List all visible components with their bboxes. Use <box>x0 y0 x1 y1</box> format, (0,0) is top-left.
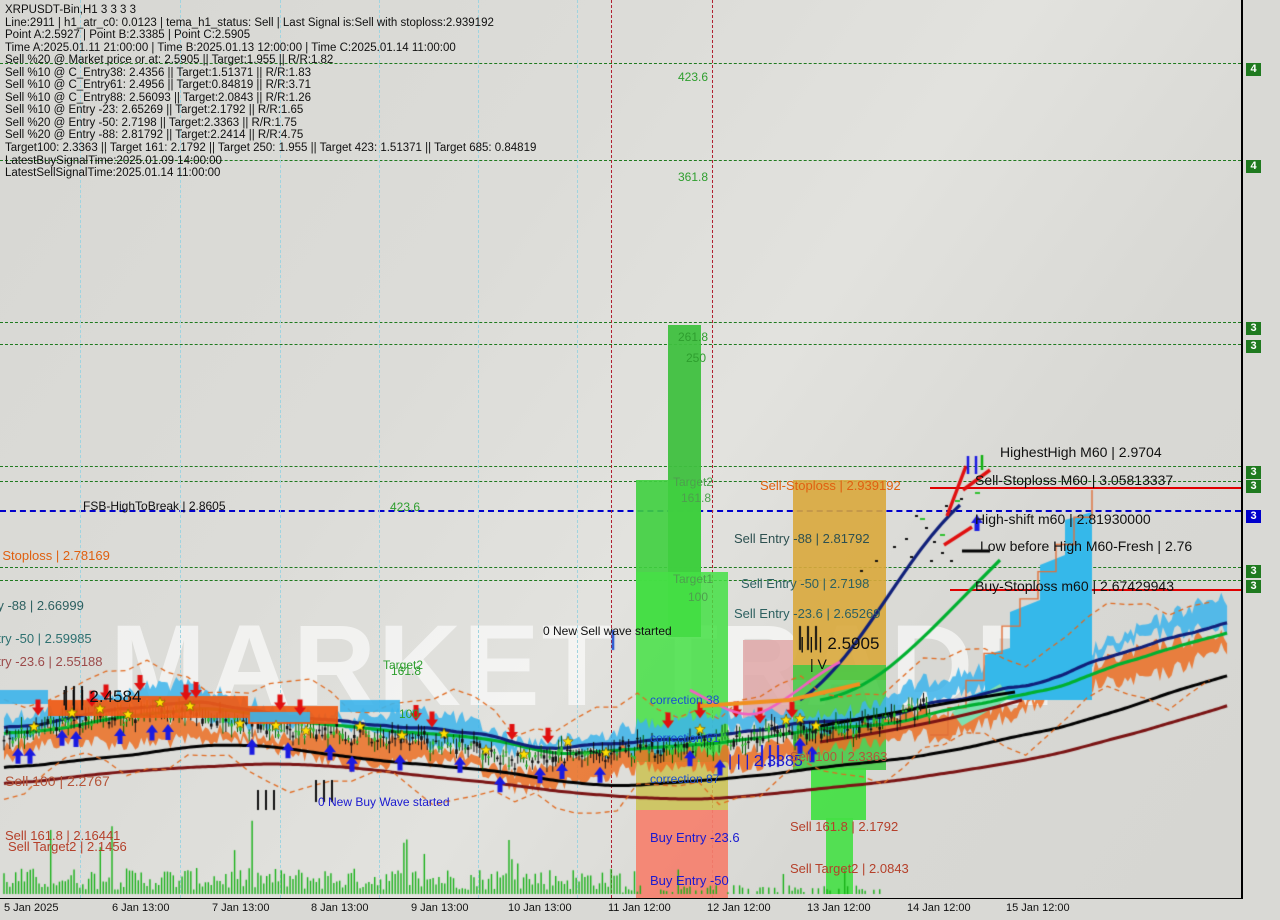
info-line-6: Sell %10 @ C_Entry61: 2.4956 || Target:0… <box>5 79 311 92</box>
scale-tag-1[interactable]: 4 <box>1246 160 1261 173</box>
label-buy-entry-236-left: ntry -23.6 | 2.55188 <box>0 654 103 669</box>
label-correction-61: correction 61 <box>650 731 720 745</box>
label-sell-stoploss: Sell-Stoploss | 2.939192 <box>760 478 901 493</box>
label-correction-87: correction 87 <box>650 772 720 786</box>
label-buy-stoploss-m60: Buy-Stoploss m60 | 2.67429943 <box>975 578 1174 594</box>
time-tick-10: 15 Jan 12:00 <box>1006 902 1070 914</box>
label-correction-38: correction 38 <box>650 693 720 707</box>
label-buy-entry-50: Buy Entry -50 <box>650 873 729 888</box>
time-tick-5: 10 Jan 13:00 <box>508 902 572 914</box>
fib-label-4: 423.6 <box>390 500 421 514</box>
info-line-1: Line:2911 | h1_atr_c0: 0.0123 | tema_h1_… <box>5 16 494 29</box>
info-line-12: LatestBuySignalTime:2025.01.09 14:00:00 <box>5 154 222 167</box>
fib-label-11: 100 <box>399 707 420 721</box>
time-tick-2: 7 Jan 13:00 <box>212 902 270 914</box>
info-panel: XRPUSDT-Bin,H1 3 3 3 3 Line:2911 | h1_atr… <box>5 4 536 180</box>
label-sell-161-8: Sell 161.8 | 2.1792 <box>790 819 899 834</box>
scale-tag-4[interactable]: 3 <box>1246 466 1261 479</box>
chart-window: MARKET TRADE <box>0 0 1280 920</box>
fib-label-6: 161.8 <box>681 491 712 505</box>
time-tick-7: 12 Jan 12:00 <box>707 902 771 914</box>
info-line-2: Point A:2.5927 | Point B:2.3385 | Point … <box>5 29 251 42</box>
fib-label-1: 361.8 <box>678 170 709 184</box>
label-price-marker-center: | | | 2.5905 <box>800 634 880 653</box>
scale-tag-3[interactable]: 3 <box>1246 340 1261 353</box>
scale-tag-0[interactable]: 4 <box>1246 63 1261 76</box>
label-buy-entry-236: Buy Entry -23.6 <box>650 830 740 845</box>
fib-label-2: 261.8 <box>678 330 709 344</box>
fib-label-3: 250 <box>686 351 707 365</box>
label-low-before-high: Low before High M60-Fresh | 2.76 <box>980 538 1193 554</box>
info-line-3: Time A:2025.01.11 21:00:00 | Time B:2025… <box>5 41 456 54</box>
time-axis[interactable]: 5 Jan 2025 6 Jan 13:00 7 Jan 13:00 8 Jan 13… <box>0 899 1280 920</box>
fib-label-5: Target2 <box>673 475 714 489</box>
label-highest-high: HighestHigh M60 | 2.9704 <box>1000 444 1162 460</box>
time-tick-4: 9 Jan 13:00 <box>411 902 469 914</box>
info-line-8: Sell %10 @ Entry -23: 2.65269 || Target:… <box>5 104 304 117</box>
label-buy-entry-88-left: ry -88 | 2.66999 <box>0 598 84 613</box>
fib-label-7: Target1 <box>673 572 714 586</box>
label-price-marker-left: | | | 2.4584 <box>62 687 142 706</box>
time-tick-3: 8 Jan 13:00 <box>311 902 369 914</box>
label-new-buy-wave: 0 New Buy Wave started <box>318 795 450 809</box>
info-line-10: Sell %20 @ Entry -88: 2.81792 || Target:… <box>5 129 304 142</box>
time-tick-8: 13 Jan 12:00 <box>807 902 871 914</box>
scale-tag-5[interactable]: 3 <box>1246 480 1261 493</box>
label-sell-entry-88: Sell Entry -88 | 2.81792 <box>734 531 870 546</box>
time-tick-6: 11 Jan 12:00 <box>608 902 671 914</box>
fib-label-0: 423.6 <box>678 70 709 84</box>
time-tick-9: 14 Jan 12:00 <box>907 902 971 914</box>
label-price-marker-v: | V <box>810 656 827 672</box>
scale-tag-2[interactable]: 3 <box>1246 322 1261 335</box>
info-line-0: XRPUSDT-Bin,H1 3 3 3 3 <box>5 4 137 16</box>
info-line-7: Sell %10 @ C_Entry88: 2.56093 || Target:… <box>5 91 311 104</box>
label-sell-100: Sell 100 | 2.3363 <box>790 749 888 764</box>
label-buy-entry-50-left: ntry -50 | 2.59985 <box>0 631 92 646</box>
scale-tag-6[interactable]: 3 <box>1246 510 1261 523</box>
label-new-sell-wave: 0 New Sell wave started <box>543 624 672 638</box>
info-line-4: Sell %20 @ Market price or at: 2.5905 ||… <box>5 54 334 67</box>
info-line-11: Target100: 2.3363 || Target 161: 2.1792 … <box>5 142 537 155</box>
info-line-5: Sell %10 @ C_Entry38: 2.4356 || Target:1… <box>5 66 311 79</box>
label-fsb-high-to-break: FSB-HighToBreak | 2.8605 <box>83 499 226 513</box>
scale-tag-8[interactable]: 3 <box>1246 580 1261 593</box>
scale-tag-7[interactable]: 3 <box>1246 565 1261 578</box>
time-tick-0: 5 Jan 2025 <box>4 902 59 914</box>
label-sell-target2: Sell Target2 | 2.0843 <box>790 861 909 876</box>
info-line-9: Sell %20 @ Entry -50: 2.7198 || Target:2… <box>5 116 297 129</box>
label-high-shift-m60: High-shift m60 | 2.81930000 <box>975 511 1151 527</box>
label-sell-entry-236: Sell Entry -23.6 | 2.65269 <box>734 606 881 621</box>
label-sell-stoploss-left: ll Stoploss | 2.78169 <box>0 548 110 563</box>
label-sell-entry-50: Sell Entry -50 | 2.7198 <box>741 576 870 591</box>
label-sell-100-left: Sell 100 | 2.2767 <box>5 773 110 789</box>
fib-label-10: 161.8 <box>391 664 422 678</box>
fib-label-8: 100 <box>688 590 709 604</box>
info-line-13: LatestSellSignalTime:2025.01.14 11:00:00 <box>5 167 221 180</box>
label-sell-target2-left: Sell Target2 | 2.1456 <box>8 839 127 854</box>
time-tick-1: 6 Jan 13:00 <box>112 902 170 914</box>
price-scale[interactable]: 443333333 <box>1243 0 1280 898</box>
chart-plot-area[interactable]: MARKET TRADE <box>0 0 1243 899</box>
label-sell-stoploss-m60: Sell-Stoploss M60 | 3.05813337 <box>975 472 1174 488</box>
